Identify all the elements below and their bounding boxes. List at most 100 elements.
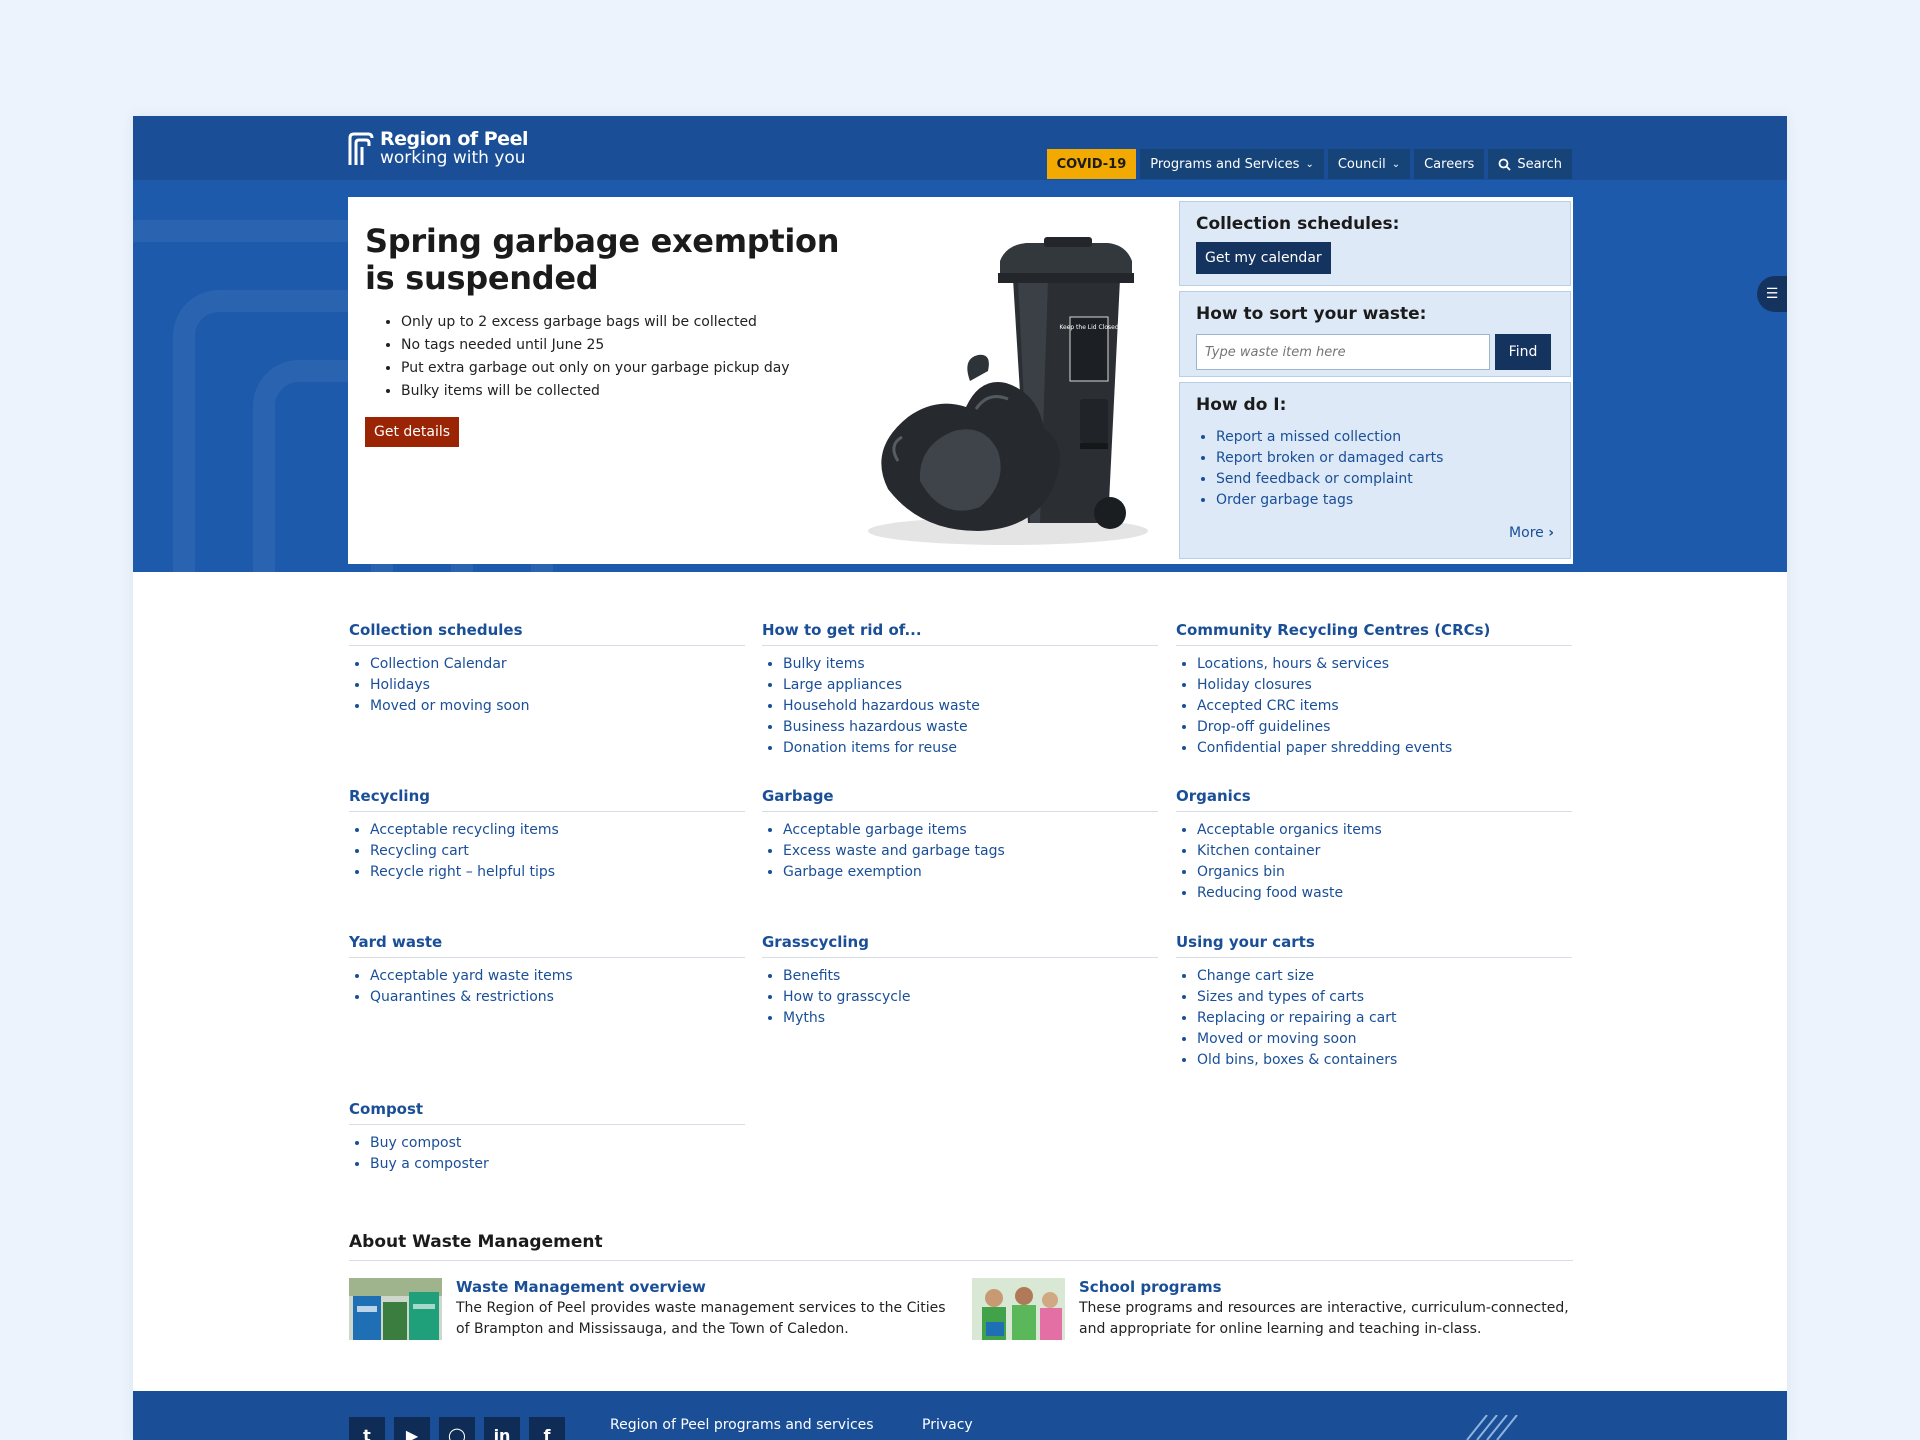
nav-covid[interactable]: COVID-19 [1046, 149, 1137, 179]
link-item[interactable]: Drop-off guidelines [1197, 717, 1572, 738]
link-item[interactable]: Bulky items [783, 654, 1158, 675]
link-group-title[interactable]: Grasscycling [762, 933, 1158, 958]
link-item[interactable]: Recycling cart [370, 841, 745, 862]
nav-covid-label: COVID-19 [1056, 156, 1127, 172]
link-item[interactable]: How to grasscycle [783, 987, 1158, 1008]
link-group-title[interactable]: Community Recycling Centres (CRCs) [1176, 621, 1572, 646]
link-item[interactable]: Household hazardous waste [783, 696, 1158, 717]
link-item[interactable]: Acceptable yard waste items [370, 966, 745, 987]
region-of-peel-logo[interactable]: Region of Peel working with you [348, 130, 528, 167]
link-group: Yard waste Acceptable yard waste items Q… [349, 933, 745, 1008]
school-programs-thumbnail[interactable] [972, 1278, 1065, 1340]
link-item[interactable]: Old bins, boxes & containers [1197, 1050, 1572, 1071]
link-item[interactable]: Acceptable garbage items [783, 820, 1158, 841]
chevron-down-icon: ⌄ [1305, 158, 1314, 170]
social-links: t ▶ ◯ in f [349, 1417, 565, 1440]
link-item[interactable]: Moved or moving soon [370, 696, 745, 717]
link-item[interactable]: Myths [783, 1008, 1158, 1029]
link-item[interactable]: Collection Calendar [370, 654, 745, 675]
get-details-button[interactable]: Get details [365, 417, 460, 447]
footer-programs-link[interactable]: Region of Peel programs and services [610, 1417, 874, 1433]
site-footer: t ▶ ◯ in f Region of Peel programs and s… [133, 1391, 1787, 1440]
link-item[interactable]: Donation items for reuse [783, 738, 1158, 759]
nav-council-label: Council [1337, 156, 1386, 172]
more-link[interactable]: More › [1196, 525, 1554, 541]
link-item[interactable]: Confidential paper shredding events [1197, 738, 1572, 759]
link-group-title[interactable]: Yard waste [349, 933, 745, 958]
instagram-icon[interactable]: ◯ [439, 1417, 475, 1440]
nav-careers-label: Careers [1424, 156, 1475, 172]
chevron-right-icon: › [1548, 525, 1554, 541]
how-do-i-link[interactable]: Send feedback or complaint [1216, 469, 1554, 490]
how-do-i-link[interactable]: Order garbage tags [1216, 490, 1554, 511]
link-group-title[interactable]: Organics [1176, 787, 1572, 812]
nav-programs-services[interactable]: Programs and Services ⌄ [1140, 149, 1324, 179]
link-item[interactable]: Quarantines & restrictions [370, 987, 745, 1008]
link-item[interactable]: Garbage exemption [783, 862, 1158, 883]
how-do-i-panel: How do I: Report a missed collection Rep… [1179, 382, 1571, 559]
get-my-calendar-button[interactable]: Get my calendar [1196, 242, 1331, 274]
nav-search[interactable]: Search [1488, 149, 1572, 179]
hero-title: Spring garbage exemption is suspended [365, 222, 840, 297]
link-group: Collection schedules Collection Calendar… [349, 621, 745, 717]
link-item[interactable]: Holiday closures [1197, 675, 1572, 696]
link-item[interactable]: Moved or moving soon [1197, 1029, 1572, 1050]
link-group: Organics Acceptable organics items Kitch… [1176, 787, 1572, 904]
link-group-title[interactable]: Recycling [349, 787, 745, 812]
link-group-title[interactable]: Collection schedules [349, 621, 745, 646]
hero-bullets: Only up to 2 excess garbage bags will be… [401, 311, 865, 403]
waste-search-input[interactable] [1196, 334, 1490, 370]
peel-logo-icon [348, 132, 374, 165]
link-item[interactable]: Reducing food waste [1197, 883, 1572, 904]
link-item[interactable]: Change cart size [1197, 966, 1572, 987]
link-item[interactable]: Buy compost [370, 1133, 745, 1154]
link-group-title[interactable]: Compost [349, 1100, 745, 1125]
twitter-icon[interactable]: t [349, 1417, 385, 1440]
about-card-desc: These programs and resources are interac… [1079, 1300, 1569, 1337]
link-item[interactable]: Holidays [370, 675, 745, 696]
link-group-title[interactable]: How to get rid of... [762, 621, 1158, 646]
link-item[interactable]: Business hazardous waste [783, 717, 1158, 738]
about-card-title[interactable]: Waste Management overview [456, 1278, 949, 1296]
more-link-label: More [1509, 525, 1544, 541]
link-item[interactable]: Large appliances [783, 675, 1158, 696]
linkedin-icon[interactable]: in [484, 1417, 520, 1440]
hero-bullet: Bulky items will be collected [401, 380, 865, 403]
link-group-title[interactable]: Garbage [762, 787, 1158, 812]
about-card: Waste Management overview The Region of … [349, 1278, 949, 1340]
hero-bullet: No tags needed until June 25 [401, 334, 865, 357]
find-button[interactable]: Find [1495, 334, 1551, 370]
footer-privacy-link[interactable]: Privacy [922, 1417, 973, 1433]
footer-logo-mark-icon [1466, 1415, 1518, 1440]
link-item[interactable]: Kitchen container [1197, 841, 1572, 862]
link-item[interactable]: Acceptable recycling items [370, 820, 745, 841]
nav-careers[interactable]: Careers [1414, 149, 1485, 179]
translate-icon[interactable]: ☰ [1757, 276, 1787, 312]
sort-waste-panel: How to sort your waste: Find [1179, 291, 1571, 377]
link-item[interactable]: Replacing or repairing a cart [1197, 1008, 1572, 1029]
nav-search-label: Search [1517, 156, 1562, 172]
facebook-icon[interactable]: f [529, 1417, 565, 1440]
link-item[interactable]: Accepted CRC items [1197, 696, 1572, 717]
link-group: Garbage Acceptable garbage items Excess … [762, 787, 1158, 883]
how-do-i-link[interactable]: Report a missed collection [1216, 427, 1554, 448]
link-group: Using your carts Change cart size Sizes … [1176, 933, 1572, 1071]
link-item[interactable]: Organics bin [1197, 862, 1572, 883]
link-group: Grasscycling Benefits How to grasscycle … [762, 933, 1158, 1029]
link-item[interactable]: Recycle right – helpful tips [370, 862, 745, 883]
waste-carts-thumbnail[interactable] [349, 1278, 442, 1340]
link-group: How to get rid of... Bulky items Large a… [762, 621, 1158, 759]
link-group-title[interactable]: Using your carts [1176, 933, 1572, 958]
link-item[interactable]: Buy a composter [370, 1154, 745, 1175]
link-item[interactable]: Acceptable organics items [1197, 820, 1572, 841]
link-item[interactable]: Excess waste and garbage tags [783, 841, 1158, 862]
link-item[interactable]: Benefits [783, 966, 1158, 987]
garbage-cart-image: Keep the Lid Closed [868, 237, 1148, 545]
nav-council[interactable]: Council ⌄ [1327, 149, 1411, 179]
link-item[interactable]: Sizes and types of carts [1197, 987, 1572, 1008]
youtube-icon[interactable]: ▶ [394, 1417, 430, 1440]
hero-card: Spring garbage exemption is suspended On… [348, 197, 1573, 564]
link-item[interactable]: Locations, hours & services [1197, 654, 1572, 675]
about-card-title[interactable]: School programs [1079, 1278, 1572, 1296]
how-do-i-link[interactable]: Report broken or damaged carts [1216, 448, 1554, 469]
